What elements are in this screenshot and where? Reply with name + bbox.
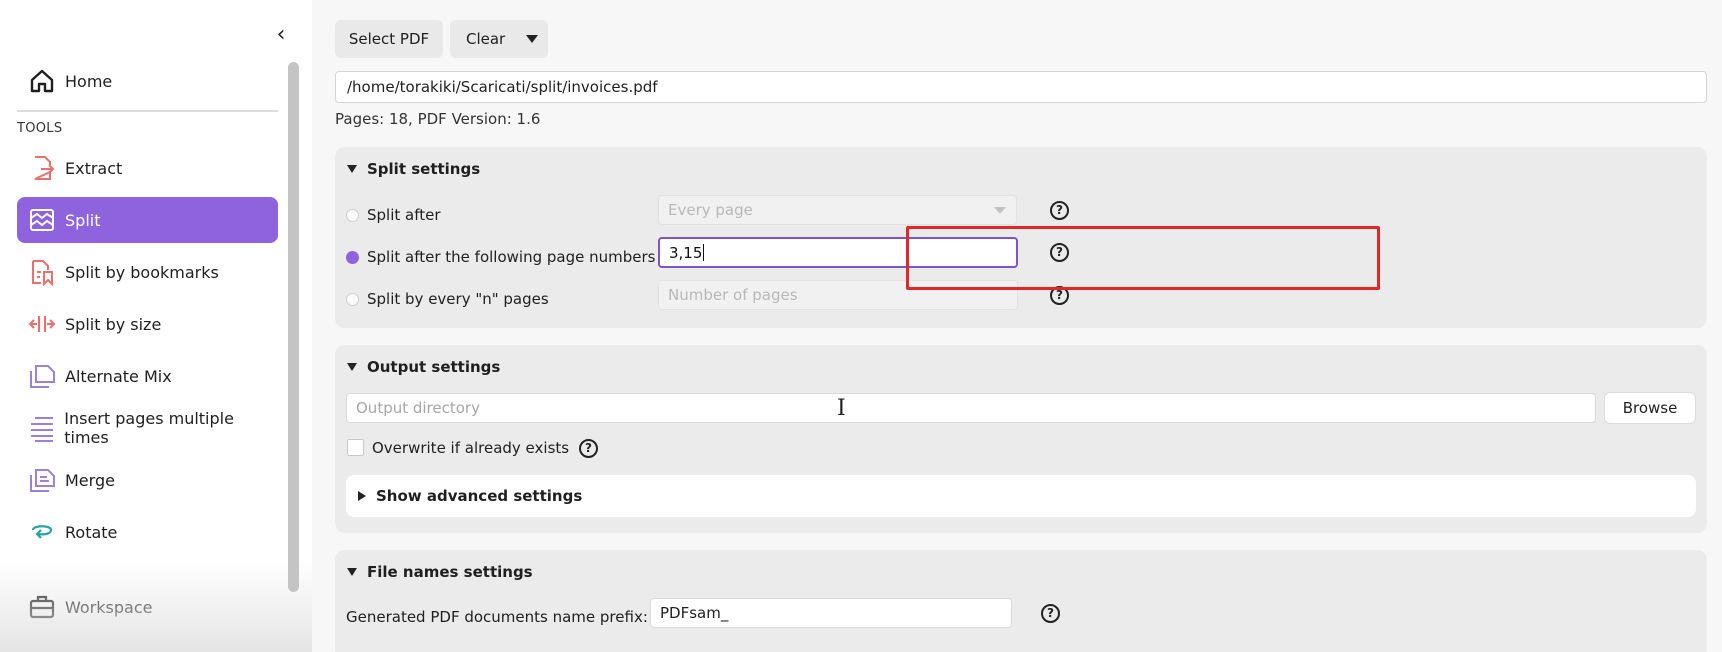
- sidebar-item-label: Rotate: [65, 522, 118, 542]
- split-every-option[interactable]: Split by every "n" pages: [346, 290, 549, 308]
- main-content: Select PDF Clear /home/torakiki/Scaricat…: [312, 0, 1722, 652]
- help-icon[interactable]: ?: [1041, 604, 1060, 623]
- collapsed-triangle-icon: [358, 491, 366, 501]
- overwrite-label: Overwrite if already exists: [372, 439, 570, 457]
- text-caret: [703, 244, 705, 261]
- select-pdf-button[interactable]: Select PDF: [335, 20, 443, 58]
- sidebar-item-label: Alternate Mix: [65, 366, 172, 386]
- sidebar-scrollbar[interactable]: [288, 62, 299, 592]
- split-size-icon: [27, 309, 57, 339]
- sidebar-item-workspace[interactable]: Workspace: [17, 584, 278, 630]
- pdf-info-text: Pages: 18, PDF Version: 1.6: [335, 110, 541, 128]
- prefix-input[interactable]: PDFsam_: [650, 598, 1012, 628]
- tools-heading: TOOLS: [17, 121, 63, 136]
- rotate-icon: [27, 517, 57, 547]
- clear-button[interactable]: Clear: [450, 20, 548, 58]
- page-numbers-value: 3,15: [669, 243, 703, 262]
- split-every-label: Split by every "n" pages: [367, 290, 549, 308]
- extract-icon: [27, 153, 57, 183]
- bookmarks-icon: [27, 257, 57, 287]
- split-pages-option[interactable]: Split after the following page numbers: [346, 248, 655, 266]
- sidebar-item-split-by-bookmarks[interactable]: Split by bookmarks: [17, 249, 278, 295]
- browse-button[interactable]: Browse: [1604, 392, 1696, 424]
- sidebar-item-label: Merge: [65, 470, 115, 490]
- briefcase-icon: [27, 592, 57, 622]
- sidebar-item-rotate[interactable]: Rotate: [17, 509, 278, 555]
- advanced-settings-label: Show advanced settings: [376, 487, 583, 505]
- advanced-settings-toggle[interactable]: Show advanced settings: [358, 487, 582, 505]
- split-after-option[interactable]: Split after: [346, 206, 441, 224]
- page-numbers-input[interactable]: 3,15: [658, 237, 1018, 268]
- split-after-select: Every page: [658, 195, 1017, 225]
- split-settings-panel: Split settings Split after Every page ? …: [335, 147, 1707, 328]
- sidebar-item-merge[interactable]: Merge: [17, 457, 278, 503]
- text-cursor-icon: I: [837, 396, 846, 421]
- split-every-radio[interactable]: [346, 292, 359, 306]
- pdfsam-window: ‹ Home TOOLS Extract Split Split by book…: [0, 0, 1722, 652]
- split-after-radio[interactable]: [346, 208, 359, 222]
- prefix-value: PDFsam_: [660, 604, 729, 622]
- output-directory-placeholder: Output directory: [356, 399, 480, 417]
- help-icon[interactable]: ?: [1050, 201, 1069, 220]
- file-names-settings-panel: File names settings Generated PDF docume…: [335, 550, 1707, 652]
- number-of-pages-placeholder: Number of pages: [668, 286, 798, 304]
- help-icon[interactable]: ?: [1050, 286, 1069, 305]
- expanded-triangle-icon: [347, 363, 357, 371]
- sidebar-item-extract[interactable]: Extract: [17, 145, 278, 191]
- output-settings-panel: Output settings Output directory Browse …: [335, 345, 1707, 533]
- clear-label: Clear: [466, 30, 506, 48]
- number-of-pages-input: Number of pages: [658, 280, 1018, 310]
- sidebar-item-label: Split by bookmarks: [65, 262, 219, 282]
- home-icon: [27, 66, 57, 96]
- split-after-select-value: Every page: [668, 201, 753, 219]
- file-names-settings-toggle[interactable]: File names settings: [347, 563, 533, 581]
- sidebar-item-home[interactable]: Home: [17, 58, 278, 104]
- pdf-path-field[interactable]: /home/torakiki/Scaricati/split/invoices.…: [335, 71, 1707, 103]
- sidebar-item-label: Insert pages multiple times: [64, 409, 234, 447]
- advanced-settings-panel: Show advanced settings: [346, 475, 1696, 517]
- help-icon[interactable]: ?: [1050, 243, 1069, 262]
- alternate-mix-icon: [27, 361, 57, 391]
- sidebar-item-label: Workspace: [65, 597, 153, 617]
- file-names-settings-title: File names settings: [367, 563, 533, 581]
- sidebar-item-label: Home: [65, 71, 113, 91]
- split-after-label: Split after: [367, 206, 441, 224]
- chevron-left-icon[interactable]: ‹: [270, 24, 292, 46]
- sidebar-item-split-by-size[interactable]: Split by size: [17, 301, 278, 347]
- expanded-triangle-icon: [347, 568, 357, 576]
- merge-icon: [27, 465, 57, 495]
- sidebar-item-label: Split by size: [65, 314, 162, 334]
- split-icon: [27, 205, 57, 235]
- chevron-down-icon: [994, 207, 1006, 214]
- browse-label: Browse: [1622, 399, 1678, 417]
- split-pages-radio[interactable]: [346, 250, 359, 264]
- output-settings-title: Output settings: [367, 358, 501, 376]
- sidebar: ‹ Home TOOLS Extract Split Split by book…: [0, 0, 312, 652]
- output-settings-toggle[interactable]: Output settings: [347, 358, 500, 376]
- help-icon[interactable]: ?: [579, 439, 598, 458]
- insert-pages-icon: [27, 413, 56, 443]
- split-settings-toggle[interactable]: Split settings: [347, 160, 480, 178]
- sidebar-item-split[interactable]: Split: [17, 197, 278, 243]
- output-directory-input[interactable]: Output directory: [346, 393, 1596, 423]
- split-pages-label: Split after the following page numbers: [367, 248, 656, 266]
- sidebar-item-alternate-mix[interactable]: Alternate Mix: [17, 353, 278, 399]
- dropdown-arrow-icon: [526, 35, 538, 43]
- overwrite-checkbox[interactable]: [347, 439, 364, 456]
- sidebar-item-label: Split: [65, 210, 101, 230]
- prefix-label: Generated PDF documents name prefix:: [346, 608, 648, 626]
- split-settings-title: Split settings: [367, 160, 481, 178]
- divider: [17, 110, 278, 112]
- sidebar-item-label: Extract: [65, 158, 123, 178]
- select-pdf-label: Select PDF: [348, 30, 430, 48]
- expanded-triangle-icon: [347, 165, 357, 173]
- sidebar-item-insert-pages[interactable]: Insert pages multiple times: [17, 405, 278, 451]
